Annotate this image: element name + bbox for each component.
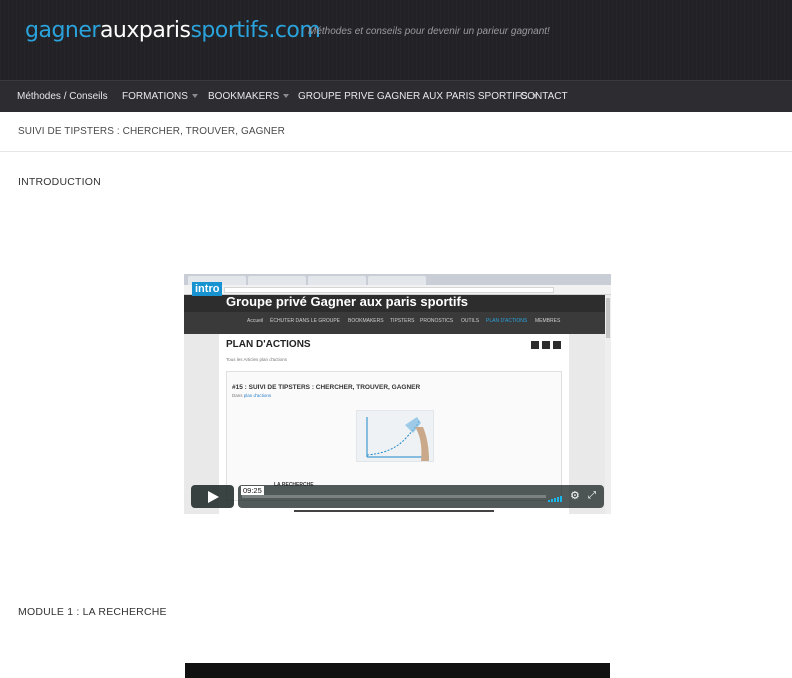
site-tagline: Méthodes et conseils pour devenir un par… xyxy=(308,26,550,37)
volume-bar-5[interactable] xyxy=(560,496,562,502)
volume-bar-1[interactable] xyxy=(548,500,550,502)
video-frame-add-icon xyxy=(553,341,561,349)
play-icon xyxy=(208,491,219,503)
article-category-link: plan d'actions xyxy=(243,393,272,398)
video-frame-nav-item: Accueil xyxy=(247,318,264,324)
nav-item-label: Méthodes / Conseils xyxy=(17,91,108,102)
video-frame-nav-item: TIPSTERS xyxy=(390,318,415,324)
growth-chart-icon xyxy=(366,417,429,461)
logo-text-sportifs: sportifs.com xyxy=(190,18,321,43)
article-category-prefix: Dans xyxy=(232,393,243,398)
divider xyxy=(0,151,792,152)
video-progress-bar[interactable] xyxy=(242,495,546,498)
video-frame-breadcrumb: Tous les Articles plan d'actions xyxy=(226,357,287,362)
video-frame-tab xyxy=(248,276,306,285)
video-frame-article-category: Dans plan d'actions xyxy=(232,393,271,398)
nav-item-groupe-prive[interactable]: GROUPE PRIVE GAGNER AUX PARIS SPORTIFS xyxy=(298,81,538,113)
video-frame-nav-item: BOOKMAKERS xyxy=(348,318,384,324)
video-frame-edit-icon xyxy=(542,341,550,349)
video-frame-nav-item: PLAN D'ACTIONS xyxy=(486,318,528,324)
video-frame-tab xyxy=(368,276,426,285)
play-button[interactable] xyxy=(191,485,234,508)
logo-text-gagner: gagner xyxy=(25,18,100,43)
intro-badge: intro xyxy=(192,282,223,296)
volume-bar-3[interactable] xyxy=(554,498,556,502)
site-header: gagnerauxparissportifs.com Méthodes et c… xyxy=(0,0,792,80)
video-controls: 09:25 ⚙ ⤢ xyxy=(190,485,604,508)
section-title-module-1: MODULE 1 : LA RECHERCHE xyxy=(18,606,167,618)
chevron-down-icon xyxy=(191,94,198,99)
video-frame-nav-item: OUTILS xyxy=(461,318,480,324)
nav-item-label: FORMATIONS xyxy=(122,91,188,102)
nav-item-contact[interactable]: CONTACT xyxy=(520,81,568,113)
nav-item-bookmakers[interactable]: BOOKMAKERS xyxy=(208,81,290,113)
video-frame-print-icon xyxy=(531,341,539,349)
section-title-introduction: INTRODUCTION xyxy=(18,176,101,188)
settings-gear-icon[interactable]: ⚙ xyxy=(570,490,580,502)
nav-item-label: CONTACT xyxy=(520,91,568,102)
video-frame-nav-item: PRONOSTICS xyxy=(420,318,454,324)
page-title: SUIVI DE TIPSTERS : CHERCHER, TROUVER, G… xyxy=(18,126,285,137)
video-frame-nav-item: ÉCHUTER DANS LE GROUPE xyxy=(270,318,341,324)
logo-text-aux: aux xyxy=(99,18,139,43)
video-frame-growth-chart-image xyxy=(356,410,434,462)
video-frame-article-title: #15 : SUIVI DE TIPSTERS : CHERCHER, TROU… xyxy=(232,384,421,391)
video-timestamp: 09:25 xyxy=(241,486,264,495)
video-frame-heading: PLAN D'ACTIONS xyxy=(226,339,311,350)
site-logo[interactable]: gagnerauxparissportifs.com xyxy=(25,18,321,43)
logo-text-paris: paris xyxy=(138,18,191,43)
nav-item-label: BOOKMAKERS xyxy=(208,91,280,102)
video-frame-site-title: Groupe privé Gagner aux paris sportifs xyxy=(226,294,469,309)
nav-item-formations[interactable]: FORMATIONS xyxy=(122,81,198,113)
video-player[interactable]: Groupe privé Gagner aux paris sportifs A… xyxy=(184,274,611,514)
video-frame-nav-item: MEMBRES xyxy=(535,318,561,324)
volume-bar-4[interactable] xyxy=(557,497,559,502)
video-frame-underline xyxy=(294,510,494,512)
main-nav: Méthodes / Conseils FORMATIONS BOOKMAKER… xyxy=(0,80,792,112)
fullscreen-icon[interactable]: ⤢ xyxy=(588,490,596,502)
video-frame-browser-tabs xyxy=(184,274,611,285)
video-frame-url-box xyxy=(224,287,554,293)
volume-bar-2[interactable] xyxy=(551,499,553,502)
video-frame-scroll-thumb xyxy=(606,298,610,338)
chevron-down-icon xyxy=(283,94,290,99)
video-player-2[interactable] xyxy=(185,663,610,678)
video-frame-tab xyxy=(308,276,366,285)
nav-item-methodes[interactable]: Méthodes / Conseils xyxy=(17,81,108,113)
nav-item-label: GROUPE PRIVE GAGNER AUX PARIS SPORTIFS xyxy=(298,91,528,102)
